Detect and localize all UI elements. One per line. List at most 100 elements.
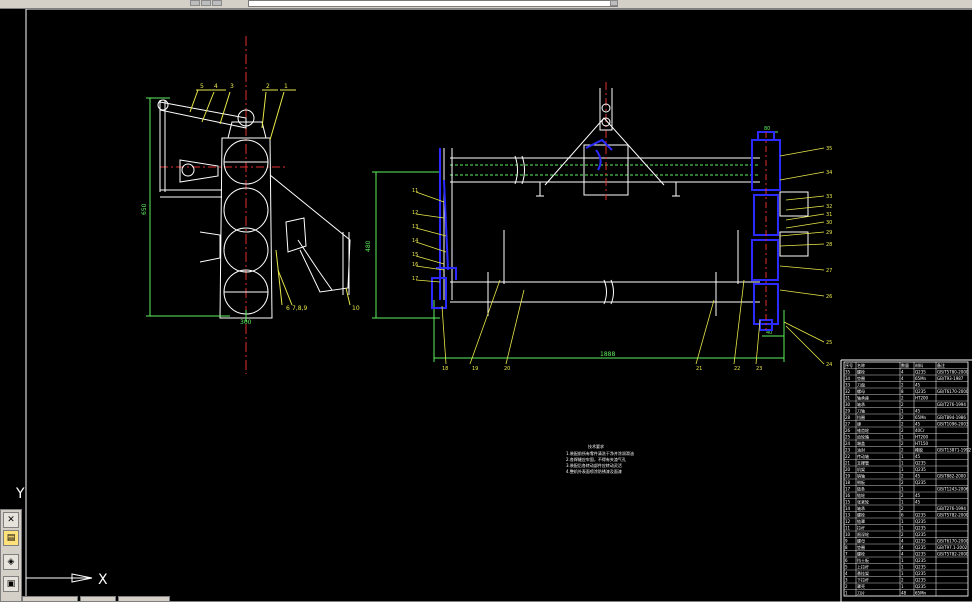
layout-icon[interactable]: ▣ (3, 576, 19, 592)
svg-text:13: 13 (412, 224, 418, 230)
svg-text:26: 26 (826, 294, 832, 300)
bom-cell: 4 (901, 370, 904, 375)
svg-text:23: 23 (756, 366, 762, 372)
bom-cell: 拉杆 (857, 525, 865, 531)
bom-cell: Q235 (915, 552, 926, 557)
cad-drawing-area[interactable]: 650 300 5 4 3 2 1 6 7,8,9 10 480 1888 40… (0, 9, 972, 602)
toolbar-button[interactable] (190, 0, 200, 6)
ucs-icon (25, 500, 93, 583)
dropdown-arrow-icon[interactable] (610, 0, 618, 6)
front-leaders (415, 147, 825, 365)
bom-cell: 16 (845, 493, 851, 498)
tab-layout1[interactable] (80, 596, 116, 602)
bom-cell: 罩壳 (857, 583, 865, 589)
bom-cell: Q235 (915, 370, 926, 375)
bom-cell: 2 (901, 493, 904, 498)
bom-cell: 链轮 (857, 492, 865, 498)
svg-text:11: 11 (412, 188, 418, 194)
front-balloons: 11 12 13 14 15 16 17 18 19 20 21 22 23 3… (412, 146, 832, 372)
bom-cell: 45 (915, 500, 921, 505)
bom-cell: Q235 (915, 571, 926, 576)
bom-cell: 支撑管 (857, 460, 869, 466)
svg-text:32: 32 (826, 204, 832, 210)
bom-cell: 2 (901, 532, 904, 537)
close-icon[interactable]: ✕ (3, 512, 19, 528)
bom-cell: 挡土板 (857, 557, 869, 563)
bom-cell: 10 (845, 532, 851, 537)
balloon-label: 7,8,9 (292, 305, 307, 312)
layers-icon[interactable]: ◈ (3, 554, 19, 570)
bom-cell: 27 (845, 422, 851, 427)
bill-of-materials: 序号 名称 数量 材料 备注35 螺栓 4 Q235 GB/T5780-200034 垫圈 4 65M… (843, 361, 971, 597)
tab-layout2[interactable] (118, 596, 170, 602)
bom-cell: Q235 (915, 389, 926, 394)
balloon-label: 4 (214, 83, 218, 90)
bom-cell: Q235 (915, 565, 926, 570)
bom-cell: 橡胶 (915, 447, 923, 453)
tab-model[interactable] (22, 596, 78, 602)
bom-cell: 刀轴 (857, 408, 865, 414)
bom-cell: 垫圈 (857, 375, 865, 381)
bom-cell: 5 (845, 565, 848, 570)
bom-cell: 45 (915, 474, 921, 479)
svg-text:21: 21 (696, 366, 702, 372)
bom-cell: 1 (901, 487, 904, 492)
bom-cell: 40Cr (915, 428, 925, 433)
svg-text:33: 33 (826, 194, 832, 200)
svg-text:28: 28 (826, 242, 832, 248)
bom-cell: Q235 (915, 480, 926, 485)
bom-cell: GB/T5780-2000 (937, 370, 969, 375)
bom-cell: GB/T93-1987 (937, 376, 964, 381)
technical-notes: 技术要求 1.装配前所有零件清洗干净并涂润滑油 2.各焊缝应牢固，不得有夹渣气孔… (566, 443, 634, 474)
bom-cell: 螺母 (857, 388, 865, 394)
notes-line: 4.整机外表面喷涂防锈漆及面漆 (566, 468, 622, 474)
balloon-label: 3 (230, 83, 234, 90)
svg-text:22: 22 (734, 366, 740, 372)
bom-cell: GB/T97.1-2002 (937, 545, 968, 550)
bom-cell: 2 (845, 584, 848, 589)
bom-cell: 8 (845, 545, 848, 550)
bom-cell: Q235 (915, 519, 926, 524)
bom-header-cell: 名称 (857, 362, 865, 368)
layout-tabs (22, 596, 182, 602)
bom-cell: 31 (845, 396, 851, 401)
bom-cell: 1 (901, 584, 904, 589)
bom-cell: 20 (845, 467, 851, 472)
bom-cell: 28 (845, 415, 851, 420)
balloon-label: 10 (352, 305, 360, 312)
bom-cell: 螺母 (857, 538, 865, 544)
bom-cell: 1 (901, 409, 904, 414)
bom-cell: Q235 (915, 526, 926, 531)
bom-cell: 65Mn (915, 591, 927, 596)
bom-cell: 油封 (857, 447, 865, 453)
properties-icon[interactable]: ▤ (3, 530, 19, 546)
right-assembly-detail (765, 132, 809, 330)
bom-cell: 24 (845, 441, 851, 446)
bom-cell: 22 (845, 454, 851, 459)
toolbar-button[interactable] (201, 0, 211, 6)
svg-text:25: 25 (826, 340, 832, 346)
ucs-x-label: X (98, 572, 108, 588)
bom-cell: 33 (845, 383, 851, 388)
bom-cell: GB/T5782-2000 (937, 513, 969, 518)
bom-cell: 键 (857, 421, 861, 427)
svg-text:29: 29 (826, 230, 832, 236)
bom-cell: 19 (845, 474, 851, 479)
bom-cell: Q235 (915, 545, 926, 550)
bom-cell: 15 (845, 500, 851, 505)
bom-cell: 2 (901, 480, 904, 485)
layer-dropdown[interactable] (248, 0, 618, 7)
svg-text:16: 16 (412, 262, 418, 268)
bom-cell: 1 (901, 565, 904, 570)
dim-front-height: 480 (365, 240, 372, 252)
bom-cell: Q235 (915, 467, 926, 472)
bom-cell: GB/T1243-2006 (937, 487, 969, 492)
balloon-label: 5 (200, 83, 204, 90)
bom-cell: Q235 (915, 578, 926, 583)
dim-side-height: 650 (141, 203, 148, 215)
notes-line: 3.装配后各转动部件应转动灵活 (566, 462, 622, 468)
toolbar-button[interactable] (212, 0, 222, 6)
bom-cell: 4 (901, 539, 904, 544)
bom-cell: 45 (915, 493, 921, 498)
svg-text:12: 12 (412, 210, 418, 216)
